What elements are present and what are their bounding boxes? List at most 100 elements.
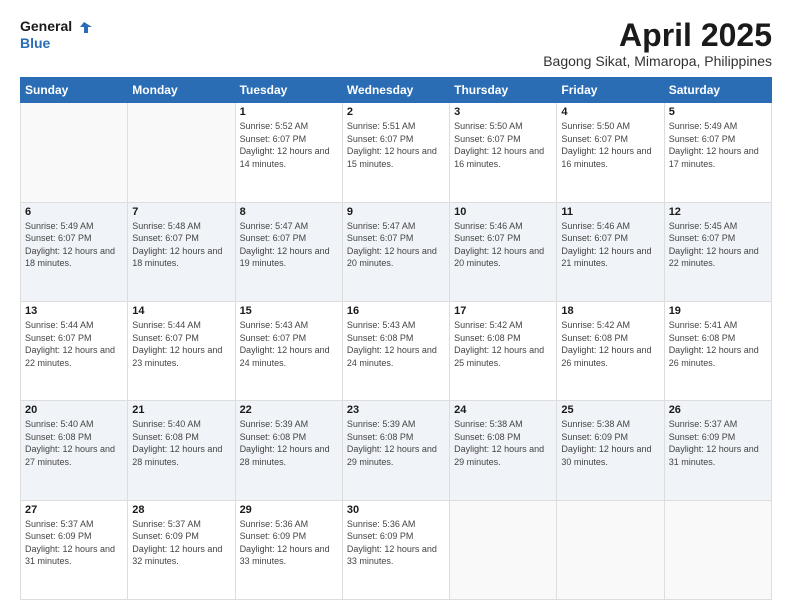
day-info: Sunrise: 5:50 AM Sunset: 6:07 PM Dayligh… [454, 120, 552, 170]
day-number: 15 [240, 305, 338, 317]
day-number: 27 [25, 504, 123, 516]
day-info: Sunrise: 5:44 AM Sunset: 6:07 PM Dayligh… [132, 319, 230, 369]
calendar-cell: 12 Sunrise: 5:45 AM Sunset: 6:07 PM Dayli… [664, 202, 771, 301]
title-block: April 2025 Bagong Sikat, Mimaropa, Phili… [543, 18, 772, 69]
weekday-header-sunday: Sunday [21, 78, 128, 103]
day-info: Sunrise: 5:37 AM Sunset: 6:09 PM Dayligh… [25, 518, 123, 568]
calendar-cell: 14 Sunrise: 5:44 AM Sunset: 6:07 PM Dayli… [128, 301, 235, 400]
calendar-cell: 5 Sunrise: 5:49 AM Sunset: 6:07 PM Daylig… [664, 103, 771, 202]
calendar-cell: 7Sunrise: 5:48 AM Sunset: 6:07 PM Daylig… [128, 202, 235, 301]
weekday-header-thursday: Thursday [450, 78, 557, 103]
calendar-week-row: 1 Sunrise: 5:52 AM Sunset: 6:07 PM Daylig… [21, 103, 772, 202]
day-info: Sunrise: 5:41 AM Sunset: 6:08 PM Dayligh… [669, 319, 767, 369]
day-info: Sunrise: 5:37 AM Sunset: 6:09 PM Dayligh… [669, 418, 767, 468]
day-info: Sunrise: 5:42 AM Sunset: 6:08 PM Dayligh… [454, 319, 552, 369]
day-info: Sunrise: 5:36 AM Sunset: 6:09 PM Dayligh… [240, 518, 338, 568]
day-number: 25 [561, 404, 659, 416]
day-number: 16 [347, 305, 445, 317]
day-info: Sunrise: 5:38 AM Sunset: 6:08 PM Dayligh… [454, 418, 552, 468]
weekday-header-row: SundayMondayTuesdayWednesdayThursdayFrid… [21, 78, 772, 103]
day-number: 28 [132, 504, 230, 516]
day-info: Sunrise: 5:37 AM Sunset: 6:09 PM Dayligh… [132, 518, 230, 568]
calendar-cell [21, 103, 128, 202]
calendar-cell: 26 Sunrise: 5:37 AM Sunset: 6:09 PM Dayli… [664, 401, 771, 500]
day-number: 9 [347, 206, 445, 218]
day-number: 24 [454, 404, 552, 416]
calendar-cell: 27 Sunrise: 5:37 AM Sunset: 6:09 PM Dayli… [21, 500, 128, 599]
calendar-cell: 18 Sunrise: 5:42 AM Sunset: 6:08 PM Dayli… [557, 301, 664, 400]
day-info: Sunrise: 5:44 AM Sunset: 6:07 PM Dayligh… [25, 319, 123, 369]
day-info: Sunrise: 5:43 AM Sunset: 6:08 PM Dayligh… [347, 319, 445, 369]
day-number: 2 [347, 106, 445, 118]
day-number: 17 [454, 305, 552, 317]
calendar-cell: 1 Sunrise: 5:52 AM Sunset: 6:07 PM Daylig… [235, 103, 342, 202]
calendar-cell: 2 Sunrise: 5:51 AM Sunset: 6:07 PM Daylig… [342, 103, 449, 202]
subtitle: Bagong Sikat, Mimaropa, Philippines [543, 53, 772, 69]
calendar-week-row: 13 Sunrise: 5:44 AM Sunset: 6:07 PM Dayli… [21, 301, 772, 400]
day-info: Sunrise: 5:40 AM Sunset: 6:08 PM Dayligh… [25, 418, 123, 468]
day-number: 5 [669, 106, 767, 118]
day-number: 12 [669, 206, 767, 218]
calendar-cell: 9Sunrise: 5:47 AM Sunset: 6:07 PM Daylig… [342, 202, 449, 301]
calendar-cell: 15 Sunrise: 5:43 AM Sunset: 6:07 PM Dayli… [235, 301, 342, 400]
header: General Blue April 2025 Bagong Sikat, Mi… [20, 18, 772, 69]
calendar-cell: 24 Sunrise: 5:38 AM Sunset: 6:08 PM Dayli… [450, 401, 557, 500]
day-info: Sunrise: 5:49 AM Sunset: 6:07 PM Dayligh… [25, 220, 123, 270]
day-info: Sunrise: 5:43 AM Sunset: 6:07 PM Dayligh… [240, 319, 338, 369]
calendar-week-row: 27 Sunrise: 5:37 AM Sunset: 6:09 PM Dayli… [21, 500, 772, 599]
day-info: Sunrise: 5:39 AM Sunset: 6:08 PM Dayligh… [347, 418, 445, 468]
calendar-table: SundayMondayTuesdayWednesdayThursdayFrid… [20, 77, 772, 600]
calendar-cell [664, 500, 771, 599]
day-number: 1 [240, 106, 338, 118]
weekday-header-friday: Friday [557, 78, 664, 103]
calendar-cell: 25 Sunrise: 5:38 AM Sunset: 6:09 PM Dayli… [557, 401, 664, 500]
calendar-cell: 13 Sunrise: 5:44 AM Sunset: 6:07 PM Dayli… [21, 301, 128, 400]
day-info: Sunrise: 5:38 AM Sunset: 6:09 PM Dayligh… [561, 418, 659, 468]
day-number: 10 [454, 206, 552, 218]
weekday-header-monday: Monday [128, 78, 235, 103]
day-number: 13 [25, 305, 123, 317]
weekday-header-saturday: Saturday [664, 78, 771, 103]
weekday-header-tuesday: Tuesday [235, 78, 342, 103]
main-title: April 2025 [543, 18, 772, 53]
day-number: 26 [669, 404, 767, 416]
day-number: 21 [132, 404, 230, 416]
calendar-cell: 21Sunrise: 5:40 AM Sunset: 6:08 PM Dayli… [128, 401, 235, 500]
day-info: Sunrise: 5:50 AM Sunset: 6:07 PM Dayligh… [561, 120, 659, 170]
day-info: Sunrise: 5:47 AM Sunset: 6:07 PM Dayligh… [240, 220, 338, 270]
day-info: Sunrise: 5:49 AM Sunset: 6:07 PM Dayligh… [669, 120, 767, 170]
calendar-cell: 16 Sunrise: 5:43 AM Sunset: 6:08 PM Dayli… [342, 301, 449, 400]
day-number: 3 [454, 106, 552, 118]
day-info: Sunrise: 5:39 AM Sunset: 6:08 PM Dayligh… [240, 418, 338, 468]
logo-bird-icon [74, 18, 92, 36]
day-number: 23 [347, 404, 445, 416]
day-number: 18 [561, 305, 659, 317]
calendar-cell [450, 500, 557, 599]
day-info: Sunrise: 5:46 AM Sunset: 6:07 PM Dayligh… [561, 220, 659, 270]
day-number: 22 [240, 404, 338, 416]
day-info: Sunrise: 5:52 AM Sunset: 6:07 PM Dayligh… [240, 120, 338, 170]
day-number: 7 [132, 206, 230, 218]
day-info: Sunrise: 5:51 AM Sunset: 6:07 PM Dayligh… [347, 120, 445, 170]
day-number: 4 [561, 106, 659, 118]
day-number: 14 [132, 305, 230, 317]
calendar-cell: 28 Sunrise: 5:37 AM Sunset: 6:09 PM Dayli… [128, 500, 235, 599]
calendar-week-row: 20 Sunrise: 5:40 AM Sunset: 6:08 PM Dayli… [21, 401, 772, 500]
day-info: Sunrise: 5:45 AM Sunset: 6:07 PM Dayligh… [669, 220, 767, 270]
day-info: Sunrise: 5:42 AM Sunset: 6:08 PM Dayligh… [561, 319, 659, 369]
calendar-cell: 6 Sunrise: 5:49 AM Sunset: 6:07 PM Daylig… [21, 202, 128, 301]
calendar-cell: 4 Sunrise: 5:50 AM Sunset: 6:07 PM Daylig… [557, 103, 664, 202]
calendar-cell: 23 Sunrise: 5:39 AM Sunset: 6:08 PM Dayli… [342, 401, 449, 500]
calendar-cell: 22 Sunrise: 5:39 AM Sunset: 6:08 PM Dayli… [235, 401, 342, 500]
day-number: 29 [240, 504, 338, 516]
calendar-cell: 8 Sunrise: 5:47 AM Sunset: 6:07 PM Daylig… [235, 202, 342, 301]
calendar-cell: 29 Sunrise: 5:36 AM Sunset: 6:09 PM Dayli… [235, 500, 342, 599]
page: General Blue April 2025 Bagong Sikat, Mi… [0, 0, 792, 612]
day-number: 19 [669, 305, 767, 317]
calendar-cell [128, 103, 235, 202]
calendar-cell: 17 Sunrise: 5:42 AM Sunset: 6:08 PM Dayli… [450, 301, 557, 400]
day-number: 8 [240, 206, 338, 218]
day-number: 20 [25, 404, 123, 416]
logo: General Blue [20, 18, 92, 51]
day-number: 6 [25, 206, 123, 218]
